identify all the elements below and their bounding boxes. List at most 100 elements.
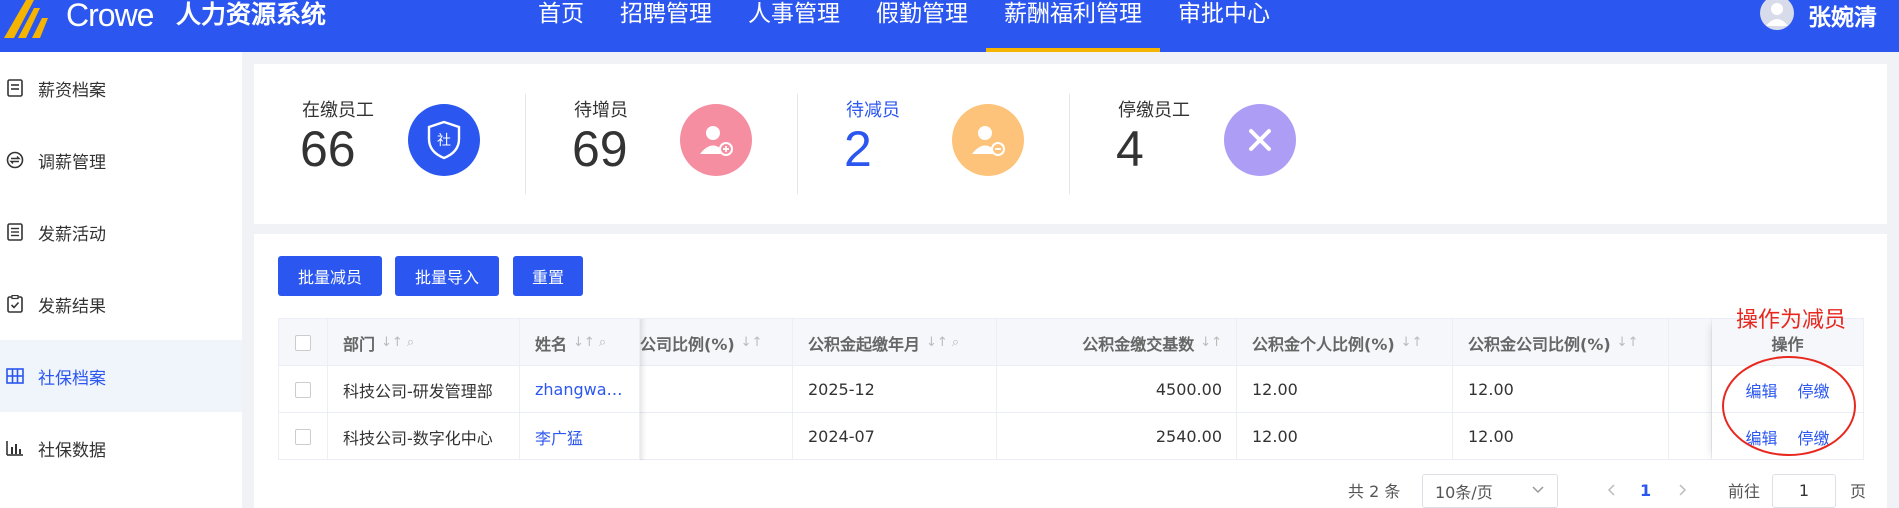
sidebar-item-label: 社保档案 — [38, 368, 106, 389]
annotation-ellipse — [1722, 356, 1856, 456]
sort-icon[interactable]: ↓↑ — [1200, 335, 1222, 350]
col-header-personal-ratio[interactable]: 公积金个人比例(%) ↓↑ — [1237, 319, 1453, 366]
row-checkbox[interactable] — [295, 428, 311, 445]
col-header-label: 姓名 — [535, 334, 568, 354]
table-row: 科技公司-数字化中心 李广猛 2024-07 2540.00 12.00 12.… — [279, 413, 1863, 460]
sidebar-item-label: 发薪结果 — [38, 296, 106, 317]
avatar[interactable] — [1760, 0, 1794, 30]
pagination-total: 共 2 条 — [1348, 482, 1401, 501]
user-name[interactable]: 张婉清 — [1808, 0, 1877, 32]
table-header-row: 部门 ↓↑ ⌕ 姓名 ↓↑ ⌕ 公司比例(%) ↓↑ 公积金起缴年月 ↓↑ ⌕ 公积金缴… — [279, 319, 1863, 366]
col-header-label: 公积金公司比例(%) — [1468, 334, 1611, 354]
company-housing-ratio-cell: 12.00 — [1453, 413, 1669, 460]
sidebar-item-social-security-data[interactable]: 社保数据 — [0, 412, 242, 484]
row-checkbox[interactable] — [295, 381, 311, 398]
sidebar-item-payroll-result[interactable]: 发薪结果 — [0, 268, 242, 340]
chevron-down-icon — [1531, 481, 1545, 500]
col-header-company-ratio[interactable]: 公司比例(%) ↓↑ — [640, 319, 793, 366]
sidebar-item-payroll-activity[interactable]: 发薪活动 — [0, 196, 242, 268]
nav-approval[interactable]: 审批中心 — [1160, 0, 1288, 52]
table-row: 科技公司-研发管理部 zhangwa… 2025-12 4500.00 12.0… — [279, 366, 1863, 413]
personal-ratio-cell: 12.00 — [1237, 366, 1453, 413]
sidebar-item-label: 薪资档案 — [38, 80, 106, 101]
col-header-name[interactable]: 姓名 ↓↑ ⌕ — [520, 319, 640, 366]
top-nav: 首页 招聘管理 人事管理 假勤管理 薪酬福利管理 审批中心 — [520, 0, 1288, 52]
nav-home[interactable]: 首页 — [520, 0, 602, 52]
col-header-label: 公司比例(%) — [640, 334, 735, 354]
spacer-cell — [1669, 366, 1712, 413]
nav-recruitment[interactable]: 招聘管理 — [602, 0, 730, 52]
col-header-company-housing-ratio[interactable]: 公积金公司比例(%) ↓↑ — [1453, 319, 1669, 366]
stat-active-employees[interactable]: 在缴员工 66 社 — [254, 64, 526, 224]
col-header-label: 公积金个人比例(%) — [1252, 334, 1395, 354]
batch-import-button[interactable]: 批量导入 — [395, 256, 499, 296]
shield-icon-text: 社 — [437, 133, 451, 149]
goto-page-input[interactable]: 1 — [1772, 474, 1836, 508]
stat-pending-add[interactable]: 待增员 69 — [526, 64, 798, 224]
sort-icon[interactable]: ↓↑ ⌕ — [381, 335, 414, 350]
sidebar-item-social-security-archive[interactable]: 社保档案 — [0, 340, 242, 412]
goto-suffix: 页 — [1850, 482, 1867, 501]
sort-icon[interactable]: ↓↑ ⌕ — [573, 335, 606, 350]
col-header-dept[interactable]: 部门 ↓↑ ⌕ — [328, 319, 520, 366]
prev-page-button[interactable] — [1606, 472, 1618, 508]
nav-attendance[interactable]: 假勤管理 — [858, 0, 986, 52]
close-icon — [1224, 104, 1296, 176]
nav-personnel[interactable]: 人事管理 — [730, 0, 858, 52]
company-housing-ratio-cell: 12.00 — [1453, 366, 1669, 413]
spacer-cell — [1669, 413, 1712, 460]
stat-pending-reduce[interactable]: 待减员 2 — [798, 64, 1070, 224]
nav-compensation[interactable]: 薪酬福利管理 — [986, 0, 1160, 52]
chevron-left-icon — [1607, 484, 1615, 496]
sidebar-item-label: 调薪管理 — [38, 152, 106, 173]
stat-label: 待增员 — [574, 100, 628, 121]
company-ratio-cell — [640, 366, 793, 413]
stat-label: 待减员 — [846, 100, 900, 121]
stat-value: 2 — [844, 121, 872, 177]
stats-card: 在缴员工 66 社 待增员 69 待减员 2 停缴员工 4 — [254, 64, 1887, 224]
page-number-current[interactable]: 1 — [1640, 472, 1651, 508]
brand-name: Crowe — [66, 0, 154, 33]
user-add-icon — [680, 104, 752, 176]
start-month-cell: 2025-12 — [793, 366, 997, 413]
reset-button[interactable]: 重置 — [513, 256, 583, 296]
sort-icon[interactable]: ↓↑ — [741, 335, 763, 350]
grid-icon — [4, 365, 26, 387]
col-header-start-month[interactable]: 公积金起缴年月 ↓↑ ⌕ — [793, 319, 997, 366]
name-link[interactable]: zhangwa… — [520, 366, 640, 413]
row-select-cell — [279, 366, 328, 413]
stat-value: 4 — [1116, 121, 1144, 177]
sort-icon[interactable]: ↓↑ — [1617, 335, 1639, 350]
sidebar-item-salary-adjust[interactable]: 调薪管理 — [0, 124, 242, 196]
next-page-button[interactable] — [1676, 472, 1688, 508]
sidebar-item-salary-archive[interactable]: 薪资档案 — [0, 52, 242, 124]
stat-label: 在缴员工 — [302, 100, 374, 121]
sidebar-item-label: 社保数据 — [38, 440, 106, 461]
top-header: Crowe 人力资源系统 首页 招聘管理 人事管理 假勤管理 薪酬福利管理 审批… — [0, 0, 1899, 52]
data-table: 部门 ↓↑ ⌕ 姓名 ↓↑ ⌕ 公司比例(%) ↓↑ 公积金起缴年月 ↓↑ ⌕ 公积金缴… — [278, 318, 1864, 460]
user-minus-icon — [952, 104, 1024, 176]
name-link[interactable]: 李广猛 — [520, 413, 640, 460]
col-header-label: 公积金起缴年月 — [808, 334, 921, 354]
bar-chart-icon — [4, 437, 26, 459]
crowe-logo-icon — [4, 0, 56, 40]
shield-icon: 社 — [408, 104, 480, 176]
col-header-label: 公积金缴交基数 — [1082, 334, 1195, 354]
sidebar-item-label: 发薪活动 — [38, 224, 106, 245]
user-menu[interactable]: 张婉清 — [1760, 0, 1877, 32]
sidebar: 薪资档案 调薪管理 发薪活动 发薪结果 社保档案 社保数据 — [0, 52, 242, 508]
col-header-base[interactable]: 公积金缴交基数 ↓↑ — [997, 319, 1237, 366]
clipboard-check-icon — [4, 293, 26, 315]
dept-cell: 科技公司-数字化中心 — [328, 413, 520, 460]
dept-cell: 科技公司-研发管理部 — [328, 366, 520, 413]
document-icon — [4, 77, 26, 99]
row-select-cell — [279, 413, 328, 460]
sort-icon[interactable]: ↓↑ ⌕ — [926, 335, 959, 350]
company-ratio-cell — [640, 413, 793, 460]
stat-stopped-employees[interactable]: 停缴员工 4 — [1070, 64, 1342, 224]
select-all-checkbox[interactable] — [295, 334, 311, 351]
base-cell: 4500.00 — [997, 366, 1237, 413]
batch-reduce-button[interactable]: 批量减员 — [278, 256, 382, 296]
sort-icon[interactable]: ↓↑ — [1401, 335, 1423, 350]
page-size-select[interactable]: 10条/页 — [1422, 474, 1558, 508]
